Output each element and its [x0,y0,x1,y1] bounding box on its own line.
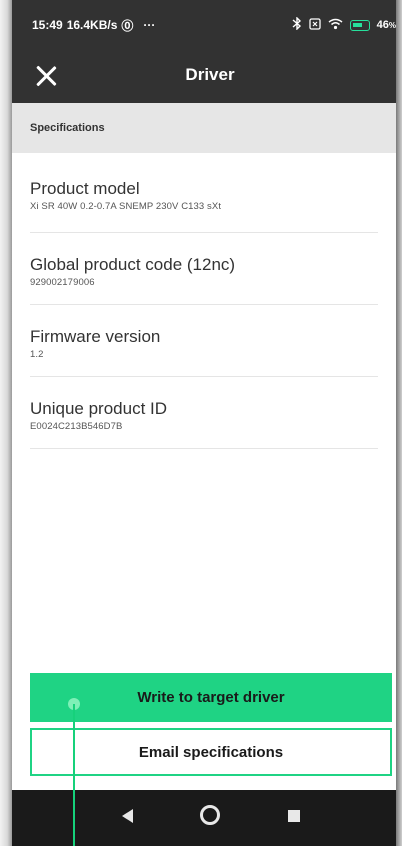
back-icon[interactable] [122,809,133,823]
spec-item-firmware-version: Firmware version 1.2 [30,305,378,377]
email-specifications-button[interactable]: Email specifications [30,728,392,776]
spec-label: Global product code (12nc) [30,255,236,274]
spec-value: Xi SR 40W 0.2-0.7A SNEMP 230V C133 sXt [30,201,222,212]
device-frame-right [396,0,402,846]
battery-charging-icon [349,19,370,31]
spec-value: 929002179006 [30,277,95,288]
notification-app-icon: ⓪ [121,18,134,33]
sim-icon [308,17,321,33]
spec-label: Product model [30,179,140,198]
spec-value: E0024C213B546D7B [30,421,123,432]
battery-level: 46% [376,19,396,31]
app-bar: Driver [12,50,396,103]
section-header-specifications: Specifications [12,103,396,153]
device-frame-left [0,0,12,846]
spec-item-product-code: Global product code (12nc) 929002179006 [30,233,378,305]
wifi-icon [328,18,343,33]
spec-value: 1.2 [30,349,44,360]
spec-label: Firmware version [30,327,161,346]
bluetooth-icon [292,16,302,33]
recent-apps-icon[interactable] [288,810,300,822]
network-speed: 16.4KB/s [66,18,118,32]
spec-label: Unique product ID [30,399,168,418]
home-icon[interactable] [200,805,220,825]
status-left: 15:49 16.4KB/s ⓪ ··· [32,17,155,34]
status-bar: 15:49 16.4KB/s ⓪ ··· 46% [12,0,396,50]
screen: 15:49 16.4KB/s ⓪ ··· 46% Driver Specific… [12,0,396,846]
page-title: Driver [185,65,235,84]
pointer-line-annotation [73,704,75,846]
more-notifications-icon: ··· [143,18,156,32]
status-time: 15:49 [32,18,63,32]
system-nav-bar [12,790,396,846]
spec-item-product-model: Product model Xi SR 40W 0.2-0.7A SNEMP 2… [30,153,378,233]
spec-list: Product model Xi SR 40W 0.2-0.7A SNEMP 2… [12,153,396,449]
status-right: 46% [292,0,396,50]
write-to-target-driver-button[interactable]: Write to target driver [30,673,392,722]
spec-item-unique-product-id: Unique product ID E0024C213B546D7B [30,377,378,449]
